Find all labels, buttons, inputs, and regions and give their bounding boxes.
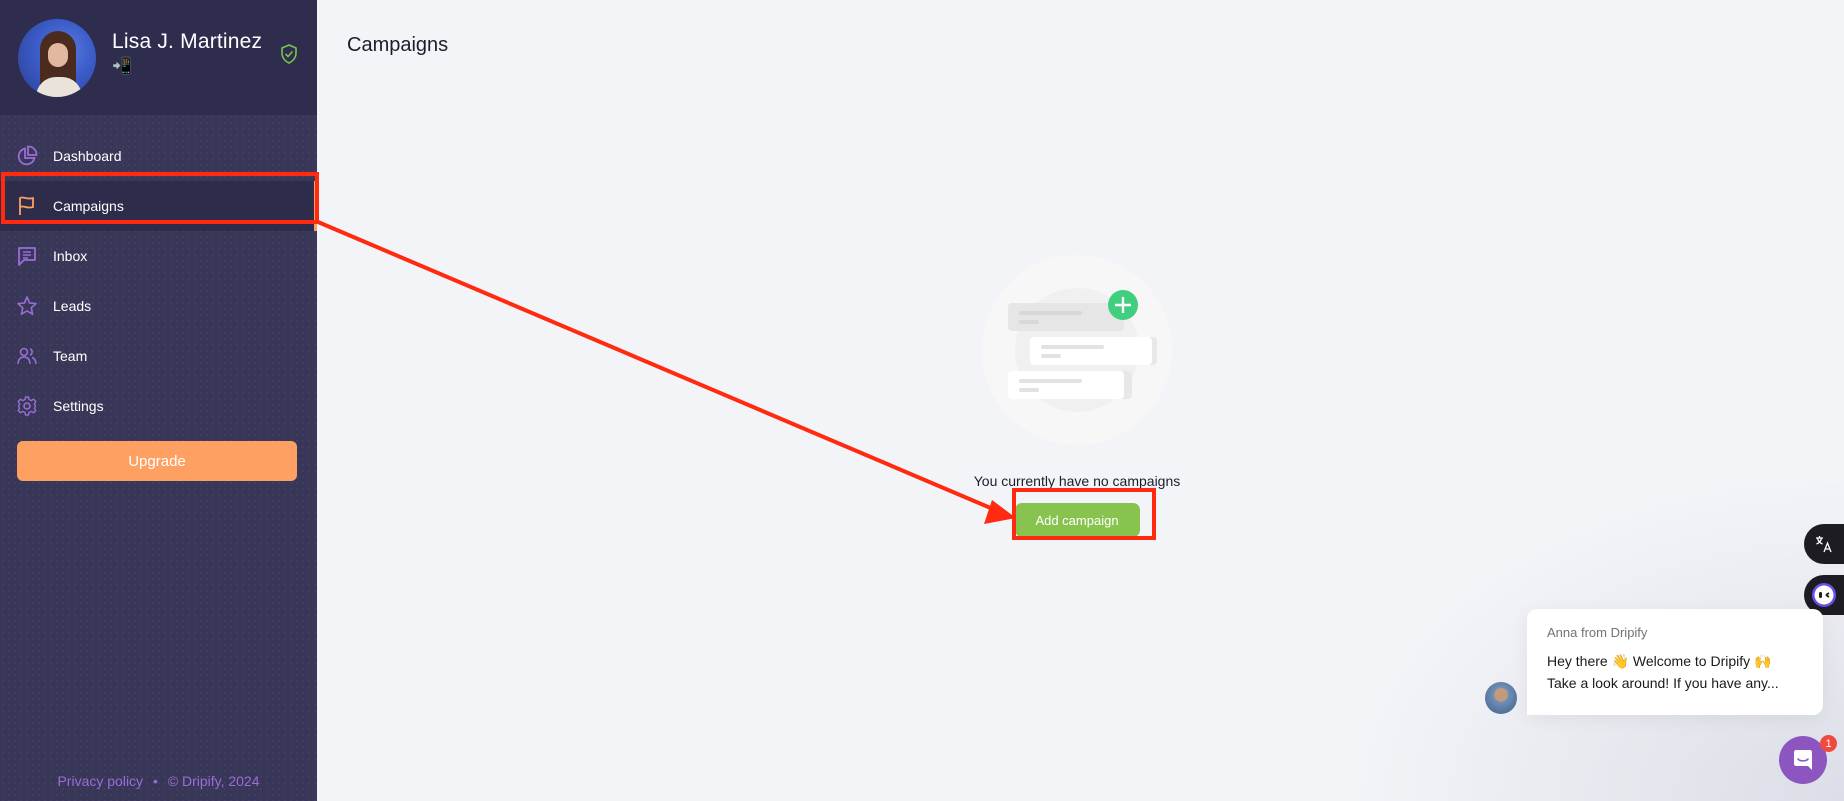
empty-state: You currently have no campaigns Add camp…: [967, 255, 1187, 537]
add-campaign-button[interactable]: Add campaign: [1014, 503, 1140, 537]
chat-message-line-1: Hey there 👋 Welcome to Dripify 🙌: [1547, 653, 1772, 669]
shield-check-icon: [281, 44, 297, 64]
sidebar: Lisa J. Martinez 📲 Dashboard Campaigns I…: [0, 0, 317, 801]
sidebar-item-label: Inbox: [53, 248, 88, 264]
chat-message: Hey there 👋 Welcome to Dripify 🙌 Take a …: [1547, 650, 1803, 694]
message-icon: [16, 245, 38, 267]
status-emoji: 📲: [112, 57, 132, 75]
unread-badge: 1: [1820, 735, 1837, 752]
sidebar-item-leads[interactable]: Leads: [0, 281, 317, 331]
gear-icon: [16, 395, 38, 417]
chat-message-line-2: Take a look around! If you have any...: [1547, 675, 1779, 691]
sidebar-item-label: Campaigns: [53, 198, 124, 214]
page-title: Campaigns: [347, 34, 449, 56]
sidebar-nav: Dashboard Campaigns Inbox Leads Team Set…: [0, 115, 317, 431]
sidebar-item-label: Team: [53, 348, 88, 364]
translate-button[interactable]: [1804, 524, 1844, 564]
chat-agent-avatar: [1485, 682, 1517, 714]
sidebar-item-label: Leads: [53, 298, 92, 314]
footer-separator: •: [152, 773, 158, 789]
sidebar-item-label: Settings: [53, 398, 104, 414]
flag-icon: [16, 195, 38, 217]
profile-name: Lisa J. Martinez: [112, 29, 263, 53]
chat-sender: Anna from Dripify: [1547, 625, 1648, 640]
bot-face-icon: [1812, 583, 1836, 607]
sidebar-item-settings[interactable]: Settings: [0, 381, 317, 431]
chat-preview-bubble[interactable]: Anna from Dripify Hey there 👋 Welcome to…: [1527, 609, 1823, 715]
star-icon: [16, 295, 38, 317]
pie-chart-icon: [16, 145, 38, 167]
empty-state-message: You currently have no campaigns: [973, 473, 1181, 489]
sidebar-footer: Privacy policy • © Dripify, 2024: [0, 773, 317, 789]
sidebar-item-team[interactable]: Team: [0, 331, 317, 381]
empty-campaigns-illustration: [982, 255, 1172, 445]
privacy-policy-link[interactable]: Privacy policy: [57, 773, 143, 789]
chat-bubble-icon: [1794, 750, 1812, 770]
sidebar-item-campaigns[interactable]: Campaigns: [0, 181, 317, 231]
copyright-text: © Dripify, 2024: [167, 773, 260, 789]
sidebar-item-dashboard[interactable]: Dashboard: [0, 131, 317, 181]
sidebar-item-label: Dashboard: [53, 148, 122, 164]
avatar[interactable]: [16, 16, 98, 99]
translate-icon: [1816, 536, 1832, 553]
upgrade-button[interactable]: Upgrade: [17, 441, 297, 481]
sidebar-item-inbox[interactable]: Inbox: [0, 231, 317, 281]
profile-header: Lisa J. Martinez 📲: [0, 0, 317, 115]
users-icon: [16, 345, 38, 367]
